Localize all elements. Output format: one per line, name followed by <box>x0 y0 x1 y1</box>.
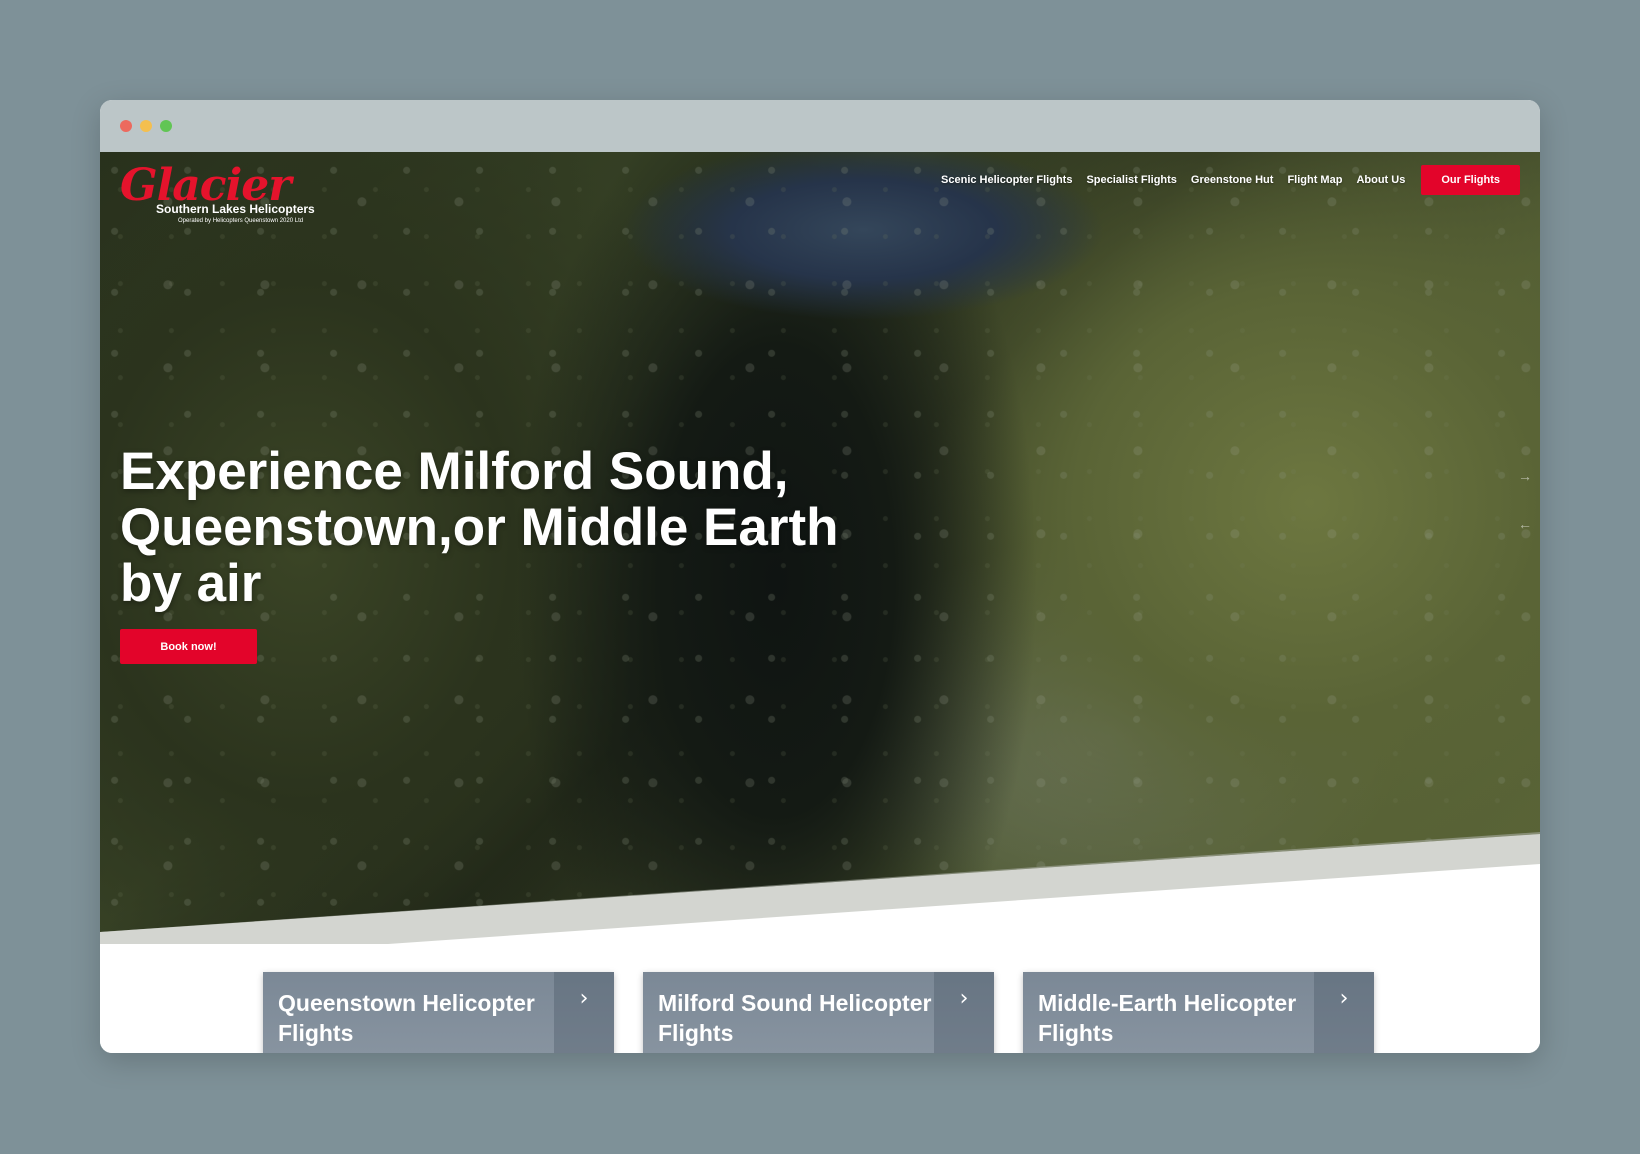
card-queenstown-helicopter-flights[interactable]: Queenstown Helicopter Flights › <box>263 972 614 1053</box>
nav-about-us[interactable]: About Us <box>1356 174 1405 186</box>
chevron-right-icon: › <box>934 972 994 1053</box>
chevron-right-icon: › <box>554 972 614 1053</box>
flight-category-cards: Queenstown Helicopter Flights › Milford … <box>263 972 1376 1053</box>
our-flights-button[interactable]: Our Flights <box>1421 165 1520 195</box>
browser-window: Glacier Southern Lakes Helicopters Opera… <box>100 100 1540 1053</box>
browser-titlebar <box>100 100 1540 152</box>
nav-flight-map[interactable]: Flight Map <box>1287 174 1342 186</box>
page-viewport: Glacier Southern Lakes Helicopters Opera… <box>100 152 1540 1053</box>
slider-prev-arrow-icon[interactable]: ← <box>1518 516 1532 532</box>
close-window-button[interactable] <box>120 120 132 132</box>
chevron-right-icon: › <box>1314 972 1374 1053</box>
card-title: Queenstown Helicopter Flights <box>278 990 535 1046</box>
nav-scenic-helicopter-flights[interactable]: Scenic Helicopter Flights <box>941 174 1072 186</box>
nav-greenstone-hut[interactable]: Greenstone Hut <box>1191 174 1274 186</box>
card-title: Middle-Earth Helicopter Flights <box>1038 990 1297 1046</box>
nav-specialist-flights[interactable]: Specialist Flights <box>1086 174 1176 186</box>
card-milford-sound-helicopter-flights[interactable]: Milford Sound Helicopter Flights › <box>643 972 994 1053</box>
logo-company-name: Southern Lakes Helicopters <box>156 202 315 216</box>
book-now-button[interactable]: Book now! <box>120 629 257 664</box>
hero-title: Experience Milford Sound, Queenstown,or … <box>120 442 839 613</box>
site-logo[interactable]: Glacier Southern Lakes Helicopters Opera… <box>120 160 320 228</box>
card-middle-earth-helicopter-flights[interactable]: Middle-Earth Helicopter Flights › <box>1023 972 1374 1053</box>
maximize-window-button[interactable] <box>160 120 172 132</box>
main-navigation: Scenic Helicopter Flights Specialist Fli… <box>927 165 1520 195</box>
minimize-window-button[interactable] <box>140 120 152 132</box>
slider-next-arrow-icon[interactable]: → <box>1518 468 1532 484</box>
logo-operator-note: Operated by Helicopters Queenstown 2020 … <box>178 218 304 224</box>
card-title: Milford Sound Helicopter Flights <box>658 990 932 1046</box>
